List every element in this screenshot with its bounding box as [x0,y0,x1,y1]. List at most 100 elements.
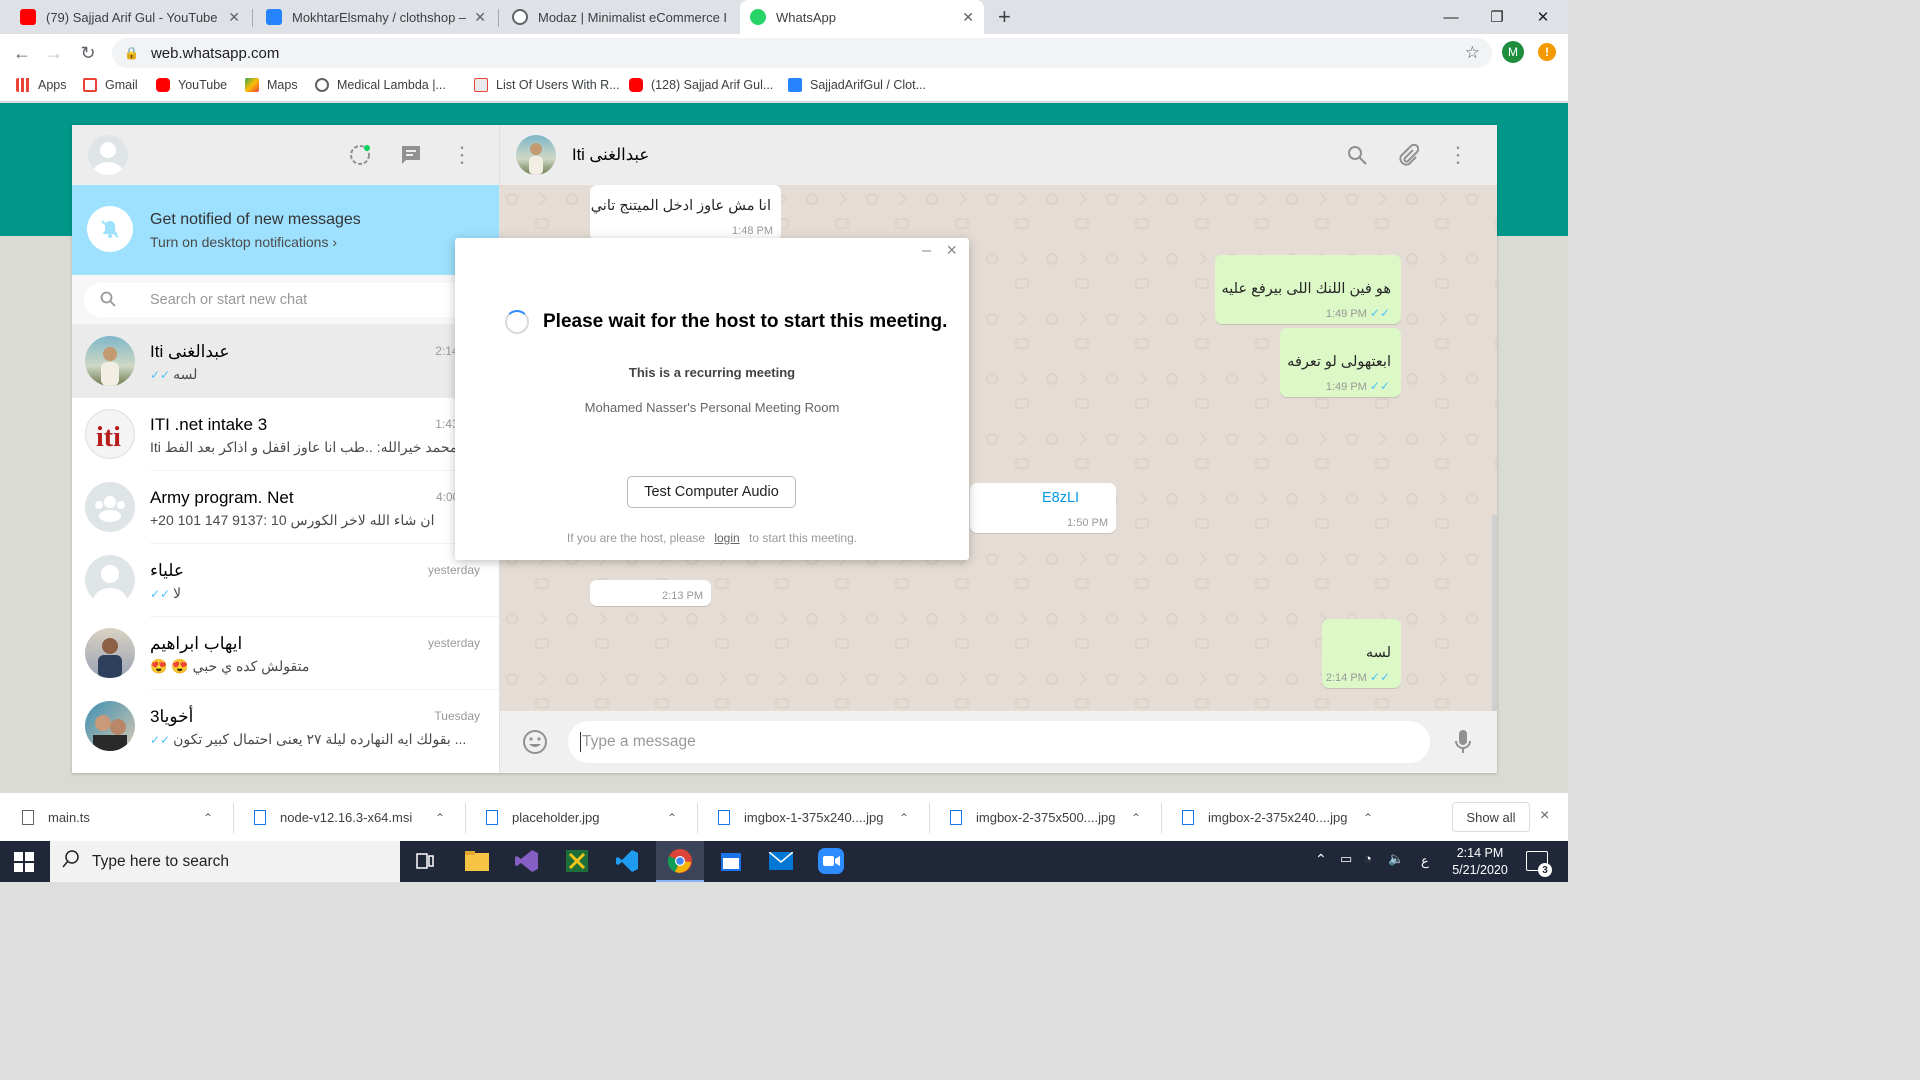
chevron-up-icon[interactable]: ⌃ [892,811,916,825]
chat-preview: ✓✓ لسه [150,366,197,383]
message-incoming[interactable]: 2:13 PM [590,580,711,606]
new-tab-button[interactable]: + [998,4,1011,30]
profile-avatar[interactable]: M [1502,41,1524,63]
my-avatar[interactable] [88,135,128,175]
bookmark-youtube-channel[interactable]: (128) Sajjad Arif Gul... [629,78,773,92]
notification-link[interactable]: Turn on desktop notifications › [150,234,337,250]
microphone-icon[interactable] [1450,728,1476,756]
bookmark-youtube[interactable]: YouTube [156,78,227,92]
chat-item-iti-abdelghany[interactable]: Iti عبدالغنى 2:14 PM ✓✓لسه [72,325,499,398]
wifi-icon[interactable]: ◔ [1364,851,1372,866]
chevron-up-icon[interactable]: ⌃ [196,811,220,825]
menu-icon[interactable]: ⋮ [450,142,474,167]
close-window-button[interactable]: ✕ [1520,0,1566,34]
conversation-header[interactable]: Iti عبدالغنى ⋮ [500,125,1497,185]
chat-item-army-program[interactable]: Army program. Net 4:00 AM +20 101 147 91… [72,471,499,544]
chat-item-brother[interactable]: 3أخويا Tuesday ✓✓ بقولك ايه النهارده ليلة… [72,690,499,763]
vscode-icon[interactable] [612,846,642,876]
bookmark-star-icon[interactable]: ☆ [1465,43,1480,63]
forward-button[interactable]: → [42,41,66,65]
message-link[interactable]: E8zLI [1042,490,1079,506]
reload-button[interactable]: ↻ [76,41,100,65]
attach-icon[interactable] [1396,143,1420,167]
message-incoming[interactable]: E8zLI 1:50 PM [970,483,1116,533]
bookmark-maps[interactable]: Maps [245,78,298,92]
read-ticks-icon: ✓✓ [150,368,171,382]
chat-item-iti-net-intake[interactable]: iti ITI .net intake 3 1:43 PM Iti محمد خ… [72,398,499,471]
message-input[interactable]: Type a message [568,721,1430,763]
show-all-downloads-button[interactable]: Show all [1452,802,1530,832]
bookmark-list-users[interactable]: List Of Users With R... [474,78,620,92]
close-tab-icon[interactable]: ✕ [962,9,974,26]
chat-item-ehab-ibrahim[interactable]: ايهاب ابراهيم yesterday 😍 😍 متقولش كده ي… [72,617,499,690]
download-item[interactable]: imgbox-2-375x240....jpg ⌃ [1160,793,1390,842]
tab-title: Modaz | Minimalist eCommerce I [538,9,728,25]
tab-youtube[interactable]: (79) Sajjad Arif Gul - YouTube ✕ [10,0,250,34]
conversation-menu-icon[interactable]: ⋮ [1446,142,1470,167]
status-icon[interactable] [348,143,372,167]
maximize-window-button[interactable]: ❐ [1474,0,1520,34]
tray-chevron-up-icon[interactable]: ⌃ [1315,851,1327,868]
emoji-icon[interactable] [521,728,549,756]
download-item[interactable]: imgbox-2-375x500....jpg ⌃ [928,793,1158,842]
close-downloads-bar-button[interactable]: × [1540,807,1549,825]
bookmark-medical-lambda[interactable]: Medical Lambda |... [315,78,446,92]
extension-alert-icon[interactable]: ! [1538,43,1556,61]
download-item[interactable]: imgbox-1-375x240....jpg ⌃ [696,793,926,842]
contact-avatar[interactable] [516,135,556,175]
bookmark-bitbucket[interactable]: SajjadArifGul / Clot... [788,78,926,92]
zoom-app-icon[interactable] [816,846,846,876]
message-scrollbar[interactable] [1492,515,1497,711]
message-text: ابعتهولى لو تعرفه [1287,354,1391,370]
search-input[interactable]: Search or start new chat [84,283,486,317]
bookmark-gmail[interactable]: Gmail [83,78,138,92]
taskbar-search-input[interactable]: Type here to search [50,841,400,882]
download-item[interactable]: main.ts ⌃ [0,793,230,842]
minimize-window-button[interactable]: — [1428,0,1474,34]
download-item[interactable]: placeholder.jpg ⌃ [464,793,694,842]
message-outgoing[interactable]: لسه 2:14 PM ✓✓ [1322,619,1401,688]
message-composer: Type a message [500,711,1497,773]
mail-icon[interactable] [766,846,796,876]
chat-item-alyaa[interactable]: علياء yesterday ✓✓ لا [72,544,499,617]
visual-studio-icon[interactable] [512,846,542,876]
notification-banner[interactable]: Get notified of new messages Turn on des… [72,185,499,275]
windows-start-icon[interactable] [14,852,34,877]
search-messages-icon[interactable] [1345,143,1369,167]
taskbar-clock[interactable]: 2:14 PM 5/21/2020 [1440,845,1520,879]
taskbar-search-placeholder: Type here to search [92,852,229,870]
tab-modaz[interactable]: Modaz | Minimalist eCommerce I [502,0,738,34]
tab-bitbucket[interactable]: MokhtarElsmahy / clothshop — B ✕ [256,0,496,34]
bitbucket-icon [788,78,802,92]
chevron-up-icon[interactable]: ⌃ [1356,811,1380,825]
download-item[interactable]: node-v12.16.3-x64.msi ⌃ [232,793,462,842]
chrome-taskbar-icon[interactable] [656,841,704,882]
test-computer-audio-button[interactable]: Test Computer Audio [627,476,796,508]
chevron-up-icon[interactable]: ⌃ [428,811,452,825]
login-link[interactable]: login [714,531,739,545]
back-button[interactable]: ← [10,41,34,65]
bookmark-apps[interactable]: Apps [16,78,67,92]
message-outgoing[interactable]: هو فين اللنك اللى بيرفع عليه 1:49 PM ✓✓ [1215,255,1401,324]
close-tab-icon[interactable]: ✕ [474,9,486,26]
file-explorer-icon[interactable] [462,846,492,876]
close-tab-icon[interactable]: ✕ [228,9,240,26]
input-language-indicator[interactable]: ع [1421,853,1429,869]
task-view-icon[interactable] [410,846,440,876]
minimize-dialog-button[interactable]: – [922,242,931,260]
message-incoming[interactable]: انا مش عاوز ادخل الميتنج تاني 1:48 PM [590,185,781,241]
message-outgoing[interactable]: ابعتهولى لو تعرفه 1:49 PM ✓✓ [1280,328,1401,397]
calendar-icon[interactable] [716,846,746,876]
chevron-up-icon[interactable]: ⌃ [1124,811,1148,825]
close-dialog-button[interactable]: × [946,240,957,261]
avatar [85,628,135,678]
tab-whatsapp[interactable]: WhatsApp ✕ [740,0,984,34]
battery-icon[interactable]: ▭ [1340,851,1352,867]
xd-app-icon[interactable] [562,846,592,876]
new-chat-icon[interactable] [399,143,423,167]
volume-icon[interactable]: 🔈 [1388,851,1404,867]
chat-time: yesterday [427,563,480,577]
bookmark-label: YouTube [178,78,228,92]
chevron-up-icon[interactable]: ⌃ [660,811,684,825]
address-bar[interactable]: 🔒 web.whatsapp.com ☆ [112,38,1492,68]
